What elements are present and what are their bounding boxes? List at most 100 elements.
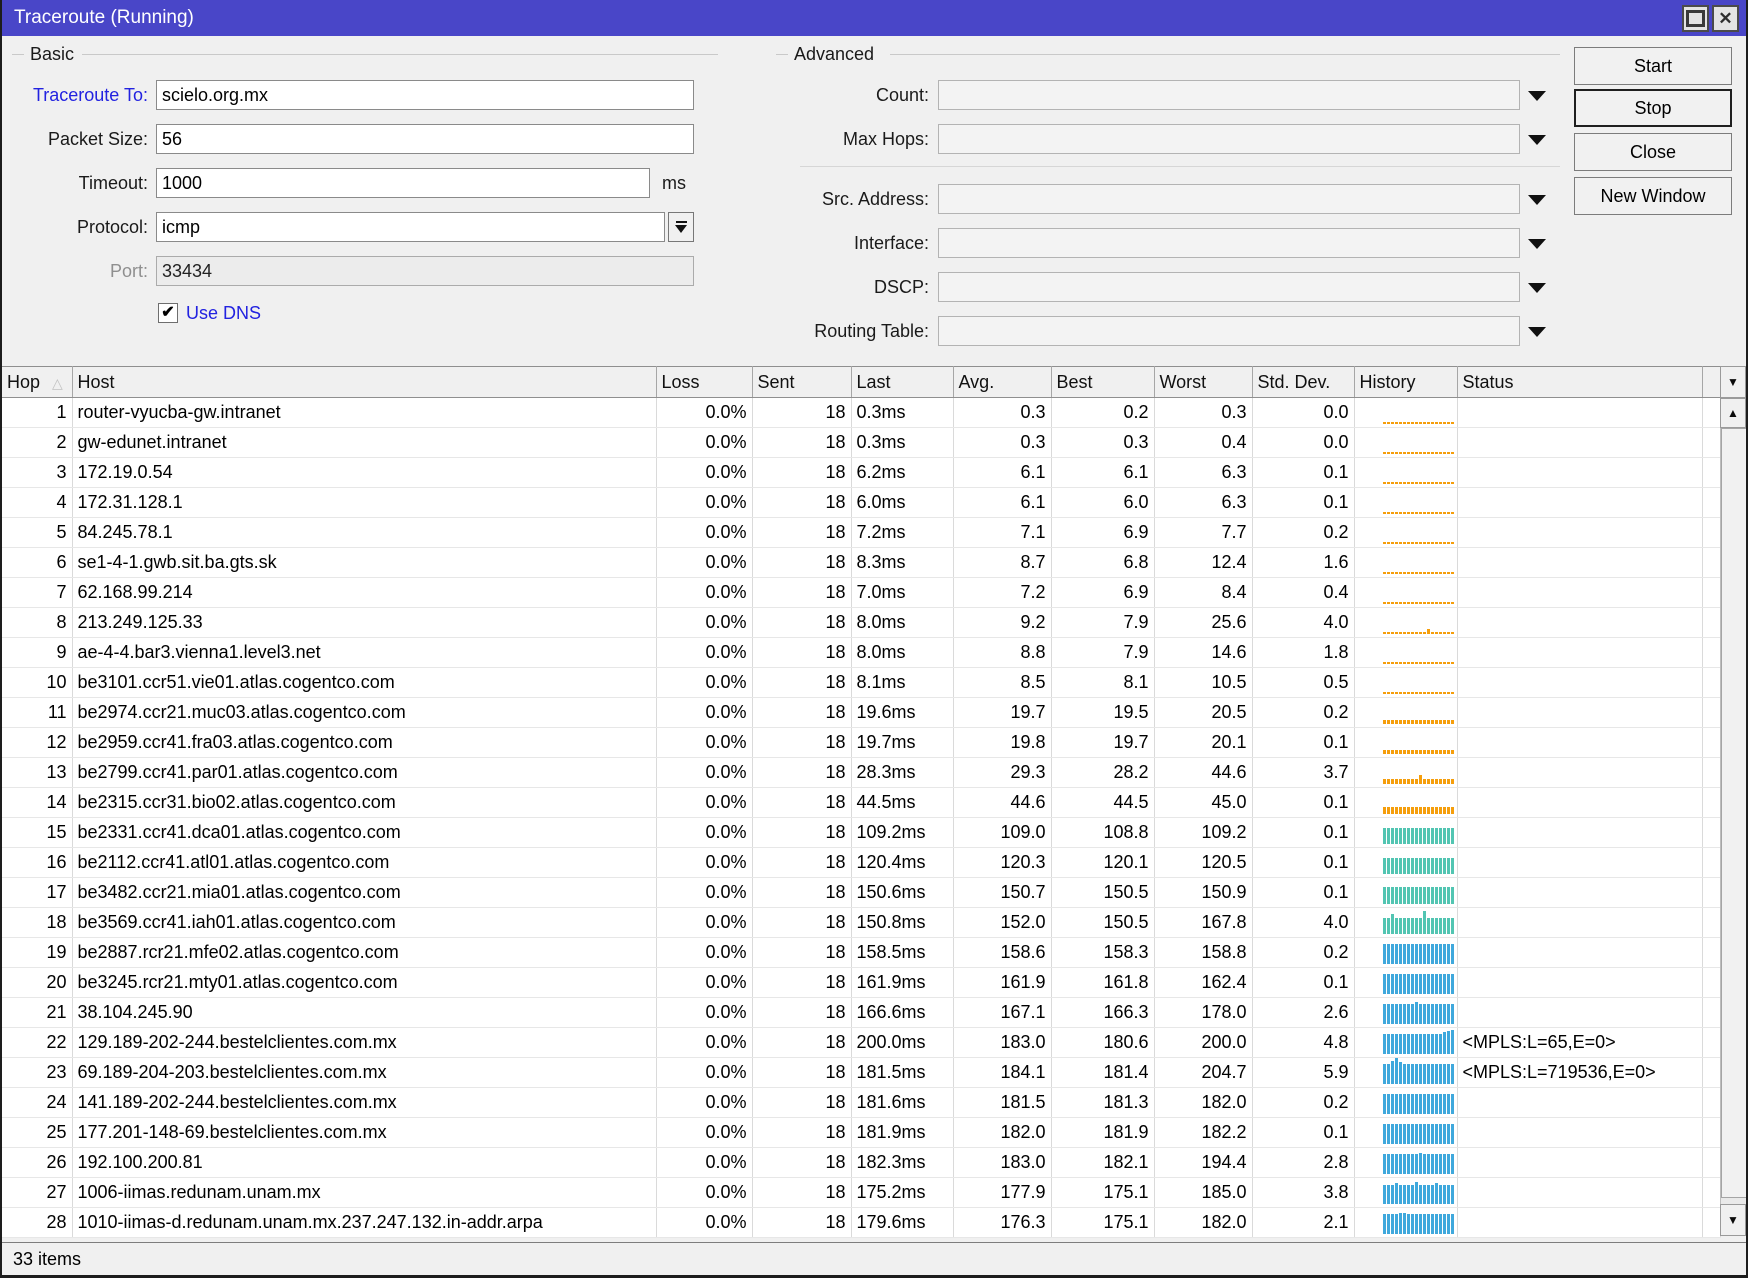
table-row[interactable]: 3172.19.0.540.0%186.2ms6.16.16.30.1 [2, 458, 1720, 488]
table-row[interactable]: 762.168.99.2140.0%187.0ms7.26.98.40.4 [2, 578, 1720, 608]
column-header-host[interactable]: Host [72, 367, 656, 398]
protocol-dropdown-button[interactable] [668, 212, 694, 242]
stddev-cell: 2.6 [1252, 998, 1354, 1028]
history-cell [1354, 788, 1457, 818]
stddev-cell: 0.5 [1252, 668, 1354, 698]
avg-cell: 183.0 [953, 1028, 1051, 1058]
sent-cell: 18 [752, 938, 851, 968]
close-window-button[interactable]: ✕ [1712, 5, 1739, 32]
table-row[interactable]: 14be2315.ccr31.bio02.atlas.cogentco.com0… [2, 788, 1720, 818]
table-row[interactable]: 6se1-4-1.gwb.sit.ba.gts.sk0.0%188.3ms8.7… [2, 548, 1720, 578]
packet-size-input[interactable] [156, 124, 694, 154]
timeout-input[interactable] [156, 168, 650, 198]
history-sparkline [1383, 828, 1454, 844]
table-row[interactable]: 271006-iimas.redunam.unam.mx0.0%18175.2m… [2, 1178, 1720, 1208]
routing-table-input[interactable] [938, 316, 1520, 346]
column-menu-button[interactable]: ▼ [1720, 366, 1746, 398]
status-cell [1457, 968, 1702, 998]
column-header-best[interactable]: Best [1051, 367, 1154, 398]
scroll-down-button[interactable]: ▼ [1720, 1204, 1746, 1236]
interface-dropdown-arrow-icon[interactable] [1528, 239, 1546, 249]
status-cell [1457, 1148, 1702, 1178]
table-row[interactable]: 4172.31.128.10.0%186.0ms6.16.06.30.1 [2, 488, 1720, 518]
table-row[interactable]: 15be2331.ccr41.dca01.atlas.cogentco.com0… [2, 818, 1720, 848]
sent-cell: 18 [752, 668, 851, 698]
table-row[interactable]: 11be2974.ccr21.muc03.atlas.cogentco.com0… [2, 698, 1720, 728]
max-hops-dropdown-arrow-icon[interactable] [1528, 135, 1546, 145]
sent-cell: 18 [752, 758, 851, 788]
start-button[interactable]: Start [1574, 47, 1732, 85]
history-cell [1354, 1208, 1457, 1238]
table-row[interactable]: 2gw-edunet.intranet0.0%180.3ms0.30.30.40… [2, 428, 1720, 458]
stop-button[interactable]: Stop [1574, 89, 1732, 127]
close-button[interactable]: Close [1574, 133, 1732, 171]
protocol-input[interactable] [156, 212, 665, 242]
table-row[interactable]: 1router-vyucba-gw.intranet0.0%180.3ms0.3… [2, 398, 1720, 428]
src-address-input[interactable] [938, 184, 1520, 214]
loss-cell: 0.0% [656, 668, 752, 698]
stddev-cell: 0.1 [1252, 728, 1354, 758]
dscp-input[interactable] [938, 272, 1520, 302]
avg-cell: 6.1 [953, 458, 1051, 488]
host-cell: be3101.ccr51.vie01.atlas.cogentco.com [72, 668, 656, 698]
column-header-loss[interactable]: Loss [656, 367, 752, 398]
column-header-std-dev[interactable]: Std. Dev. [1252, 367, 1354, 398]
column-header-hop[interactable]: Hop△ [2, 367, 72, 398]
table-row[interactable]: 24141.189-202-244.bestelclientes.com.mx0… [2, 1088, 1720, 1118]
column-header-worst[interactable]: Worst [1154, 367, 1252, 398]
last-cell: 8.1ms [851, 668, 953, 698]
new-window-button[interactable]: New Window [1574, 177, 1732, 215]
scroll-up-button[interactable]: ▲ [1720, 398, 1746, 428]
use-dns-label[interactable]: Use DNS [186, 302, 261, 324]
avg-cell: 7.1 [953, 518, 1051, 548]
best-cell: 120.1 [1051, 848, 1154, 878]
maximize-button[interactable] [1682, 5, 1709, 32]
count-input[interactable] [938, 80, 1520, 110]
table-row[interactable]: 9ae-4-4.bar3.vienna1.level3.net0.0%188.0… [2, 638, 1720, 668]
table-row[interactable]: 18be3569.ccr41.iah01.atlas.cogentco.com0… [2, 908, 1720, 938]
interface-input[interactable] [938, 228, 1520, 258]
column-header-status[interactable]: Status [1457, 367, 1702, 398]
table-row[interactable]: 25177.201-148-69.bestelclientes.com.mx0.… [2, 1118, 1720, 1148]
advanced-group-line [776, 54, 788, 55]
vertical-scrollbar-track[interactable] [1720, 428, 1746, 1204]
sent-cell: 18 [752, 1058, 851, 1088]
dscp-dropdown-arrow-icon[interactable] [1528, 283, 1546, 293]
table-row[interactable]: 2138.104.245.900.0%18166.6ms167.1166.317… [2, 998, 1720, 1028]
table-row[interactable]: 281010-iimas-d.redunam.unam.mx.237.247.1… [2, 1208, 1720, 1238]
table-row[interactable]: 13be2799.ccr41.par01.atlas.cogentco.com0… [2, 758, 1720, 788]
history-sparkline [1383, 422, 1454, 424]
table-row[interactable]: 22129.189-202-244.bestelclientes.com.mx0… [2, 1028, 1720, 1058]
window-titlebar[interactable]: Traceroute (Running) [0, 0, 1748, 36]
hop-cell: 1 [2, 398, 72, 428]
column-header-last[interactable]: Last [851, 367, 953, 398]
host-cell: be3245.rcr21.mty01.atlas.cogentco.com [72, 968, 656, 998]
column-header-history[interactable]: History [1354, 367, 1457, 398]
routing-table-dropdown-arrow-icon[interactable] [1528, 327, 1546, 337]
table-row[interactable]: 19be2887.rcr21.mfe02.atlas.cogentco.com0… [2, 938, 1720, 968]
history-sparkline [1383, 1030, 1454, 1054]
worst-cell: 6.3 [1154, 488, 1252, 518]
table-row[interactable]: 17be3482.ccr21.mia01.atlas.cogentco.com0… [2, 878, 1720, 908]
table-row[interactable]: 2369.189-204-203.bestelclientes.com.mx0.… [2, 1058, 1720, 1088]
table-row[interactable]: 16be2112.ccr41.atl01.atlas.cogentco.com0… [2, 848, 1720, 878]
traceroute-to-input[interactable] [156, 80, 694, 110]
table-row[interactable]: 10be3101.ccr51.vie01.atlas.cogentco.com0… [2, 668, 1720, 698]
vertical-scrollbar-thumb[interactable] [1721, 428, 1747, 1198]
hop-cell: 19 [2, 938, 72, 968]
stddev-cell: 0.2 [1252, 938, 1354, 968]
count-dropdown-arrow-icon[interactable] [1528, 91, 1546, 101]
filler-cell [1702, 788, 1720, 818]
basic-group-label: Basic [30, 44, 74, 65]
src-address-dropdown-arrow-icon[interactable] [1528, 195, 1546, 205]
table-row[interactable]: 8213.249.125.330.0%188.0ms9.27.925.64.0 [2, 608, 1720, 638]
table-row[interactable]: 12be2959.ccr41.fra03.atlas.cogentco.com0… [2, 728, 1720, 758]
table-row[interactable]: 26192.100.200.810.0%18182.3ms183.0182.11… [2, 1148, 1720, 1178]
max-hops-input[interactable] [938, 124, 1520, 154]
filler-cell [1702, 548, 1720, 578]
table-row[interactable]: 20be3245.rcr21.mty01.atlas.cogentco.com0… [2, 968, 1720, 998]
column-header-sent[interactable]: Sent [752, 367, 851, 398]
column-header-avg[interactable]: Avg. [953, 367, 1051, 398]
use-dns-checkbox[interactable]: ✔ [158, 303, 178, 323]
table-row[interactable]: 584.245.78.10.0%187.2ms7.16.97.70.2 [2, 518, 1720, 548]
